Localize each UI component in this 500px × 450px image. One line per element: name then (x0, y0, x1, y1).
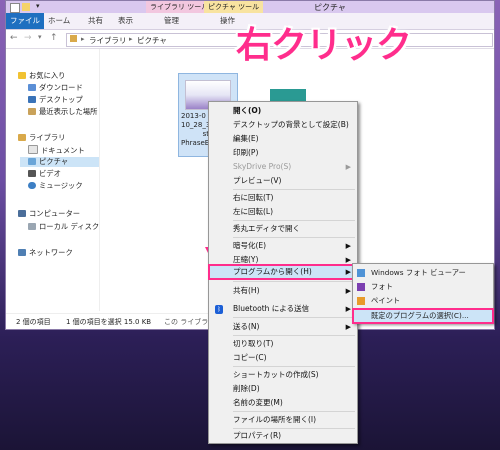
submenu-arrow-icon: ▶ (345, 242, 351, 250)
submenu-arrow-icon: ▶ (345, 268, 351, 276)
submenu-item-label: Windows フォト ビューアー (371, 268, 466, 277)
menu-item-set-desktop-background[interactable]: デスクトップの背景として設定(B) (209, 118, 357, 132)
menu-item-edit[interactable]: 編集(E) (209, 132, 357, 146)
menu-item-label: SkyDrive Pro(S) (233, 162, 292, 171)
menu-item-open-hidemaru[interactable]: 秀丸エディタで開く (209, 222, 357, 236)
submenu-arrow-icon: ▶ (345, 305, 351, 313)
menu-item-properties[interactable]: プロパティ(R) (209, 429, 357, 443)
menu-item-encrypt[interactable]: 暗号化(E) ▶ (209, 239, 357, 253)
menu-item-open[interactable]: 開く(O) (209, 104, 357, 118)
menu-item-print[interactable]: 印刷(P) (209, 146, 357, 160)
menu-separator (233, 220, 355, 221)
menu-item-open-file-location[interactable]: ファイルの場所を開く(I) (209, 413, 357, 427)
menu-item-label: 送る(N) (233, 322, 260, 331)
menu-separator (233, 281, 355, 282)
bluetooth-icon: ᛒ (215, 305, 223, 314)
menu-separator (233, 237, 355, 238)
submenu-item-choose-default-program[interactable]: 既定のプログラムの選択(C)... (352, 308, 494, 324)
context-menu: 開く(O) デスクトップの背景として設定(B) 編集(E) 印刷(P) SkyD… (208, 101, 358, 444)
menu-item-label: 圧縮(Y) (233, 255, 259, 264)
submenu-item-photos[interactable]: フォト (353, 280, 493, 294)
menu-item-label: Bluetooth による送信 (233, 304, 310, 313)
submenu-arrow-icon: ▶ (345, 163, 351, 171)
photo-viewer-icon (357, 269, 365, 277)
menu-item-label: 暗号化(E) (233, 241, 267, 250)
submenu-item-photo-viewer[interactable]: Windows フォト ビューアー (353, 266, 493, 280)
submenu-item-paint[interactable]: ペイント (353, 294, 493, 308)
menu-item-bluetooth-send[interactable]: ᛒ Bluetooth による送信 ▶ (209, 302, 357, 316)
menu-separator (233, 317, 355, 318)
menu-item-label: プログラムから開く(H) (233, 267, 312, 276)
menu-item-delete[interactable]: 削除(D) (209, 382, 357, 396)
menu-separator (233, 411, 355, 412)
menu-separator (233, 366, 355, 367)
paint-icon (357, 297, 365, 305)
menu-item-rotate-right[interactable]: 右に回転(T) (209, 191, 357, 205)
menu-item-preview[interactable]: プレビュー(V) (209, 174, 357, 188)
menu-item-rename[interactable]: 名前の変更(M) (209, 396, 357, 410)
menu-item-share[interactable]: 共有(H) ▶ (209, 284, 357, 298)
menu-separator (233, 189, 355, 190)
open-with-submenu: Windows フォト ビューアー フォト ペイント 既定のプログラムの選択(C… (352, 263, 494, 324)
submenu-arrow-icon: ▶ (345, 287, 351, 295)
submenu-item-label: フォト (371, 282, 393, 291)
submenu-arrow-icon: ▶ (345, 323, 351, 331)
menu-item-cut[interactable]: 切り取り(T) (209, 337, 357, 351)
menu-item-copy[interactable]: コピー(C) (209, 351, 357, 365)
submenu-item-label: ペイント (371, 296, 401, 305)
menu-item-rotate-left[interactable]: 左に回転(L) (209, 205, 357, 219)
menu-item-create-shortcut[interactable]: ショートカットの作成(S) (209, 368, 357, 382)
menu-item-send-to[interactable]: 送る(N) ▶ (209, 320, 357, 334)
menu-item-label: 共有(H) (233, 286, 260, 295)
menu-item-skydrive-pro[interactable]: SkyDrive Pro(S) ▶ (209, 160, 357, 174)
menu-item-open-with[interactable]: プログラムから開く(H) ▶ (208, 264, 358, 280)
photos-app-icon (357, 283, 365, 291)
menu-separator (233, 335, 355, 336)
